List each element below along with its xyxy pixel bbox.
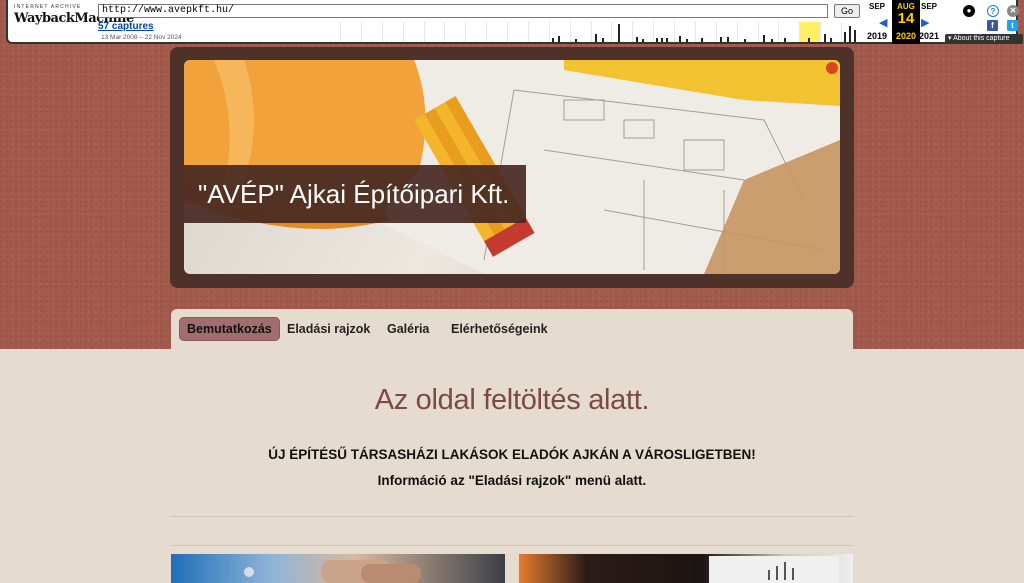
gallery-thumbnail-handshake[interactable] [171,554,505,583]
histogram-year[interactable] [548,22,570,42]
nav-item-bemutatkozas[interactable]: Bemutatkozás [179,317,280,341]
histogram-year[interactable] [653,22,674,42]
histogram-year[interactable] [527,22,549,42]
handshake-image [244,560,421,583]
histogram-year[interactable] [507,22,528,42]
announcement-text: ÚJ ÉPÍTÉSŰ TÁRSASHÁZI LAKÁSOK ELADÓK AJK… [268,447,756,462]
histogram-year[interactable] [757,22,779,42]
histogram-year[interactable] [444,22,465,42]
histogram-year[interactable] [674,22,695,42]
next-arrow-icon[interactable]: ▶ [921,16,929,29]
hero-image: "AVÉP" Ajkai Építőipari Kft. [184,60,840,274]
url-input[interactable]: http://www.avepkft.hu/ [98,4,828,18]
histogram-year[interactable] [841,22,862,42]
twitter-icon[interactable]: t [1007,20,1018,31]
histogram-year[interactable] [694,22,716,42]
site-title: "AVÉP" Ajkai Építőipari Kft. [184,165,526,223]
histogram-year[interactable] [590,22,612,42]
histogram-year[interactable] [569,22,591,42]
histogram-year[interactable] [632,22,653,42]
logo-main-text: WaybackMachine [14,11,134,26]
histogram-year[interactable] [340,22,361,42]
prev-arrow-icon[interactable]: ◀ [879,16,887,29]
histogram-year[interactable] [360,22,382,42]
histogram-year[interactable] [715,22,737,42]
histogram-year[interactable] [736,22,758,42]
divider [171,545,853,546]
go-button[interactable]: Go [834,4,860,18]
divider [171,516,853,517]
documents-image [709,556,839,583]
histogram-year[interactable] [381,22,403,42]
gallery-thumbnail-documents[interactable] [519,554,853,583]
captures-link[interactable]: 57 captures [98,21,154,32]
wayback-logo[interactable]: INTERNET ARCHIVE WaybackMachine [14,4,134,38]
calendar-nav: SEP 2019 ◀ AUG 14 2020 ▶ SEP 2021 [863,0,953,44]
nav-item-galeria[interactable]: Galéria [379,317,437,341]
next-month: SEP [920,2,937,11]
next-year: 2021 [918,31,940,41]
histogram-year[interactable] [486,22,507,42]
cur-day: 14 [897,10,915,27]
histogram-year[interactable] [820,22,841,42]
logo-top-text: INTERNET ARCHIVE [14,4,82,10]
histogram-year[interactable] [423,22,445,42]
nav-item-elerhetosegeink[interactable]: Elérhetőségeink [443,317,556,341]
nav-item-eladasi-rajzok[interactable]: Eladási rajzok [279,317,378,341]
logo-wayback: Wayback [14,11,75,26]
info-text: Információ az "Eladási rajzok" menü alat… [377,473,647,488]
help-icon[interactable]: ? [987,5,999,17]
histogram-year[interactable] [611,22,632,42]
page-headline: Az oldal feltöltés alatt. [374,384,650,416]
histogram-year-current[interactable] [799,22,821,42]
prev-capture[interactable]: SEP 2019 [863,0,891,41]
about-capture-label: About this capture [953,35,1010,42]
histogram-year[interactable] [465,22,486,42]
capture-histogram[interactable] [340,22,862,42]
facebook-icon[interactable]: f [987,20,998,31]
prev-year: 2019 [866,31,888,41]
user-icon[interactable]: ● [963,5,975,17]
prev-month: SEP [868,2,885,11]
capture-date-range: 13 Mar 2008 – 22 Nov 2024 [101,34,182,41]
wayback-toolbar: INTERNET ARCHIVE WaybackMachine http://w… [6,0,1023,44]
about-capture-button[interactable]: ▾ About this capture [945,34,1023,44]
histogram-year[interactable] [402,22,424,42]
histogram-year[interactable] [778,22,799,42]
main-nav: Bemutatkozás Eladási rajzok Galéria Elér… [171,309,853,351]
hero-header: "AVÉP" Ajkai Építőipari Kft. [170,47,854,288]
next-capture[interactable]: SEP 2021 [915,0,943,41]
close-icon[interactable]: ✕ [1007,5,1019,17]
